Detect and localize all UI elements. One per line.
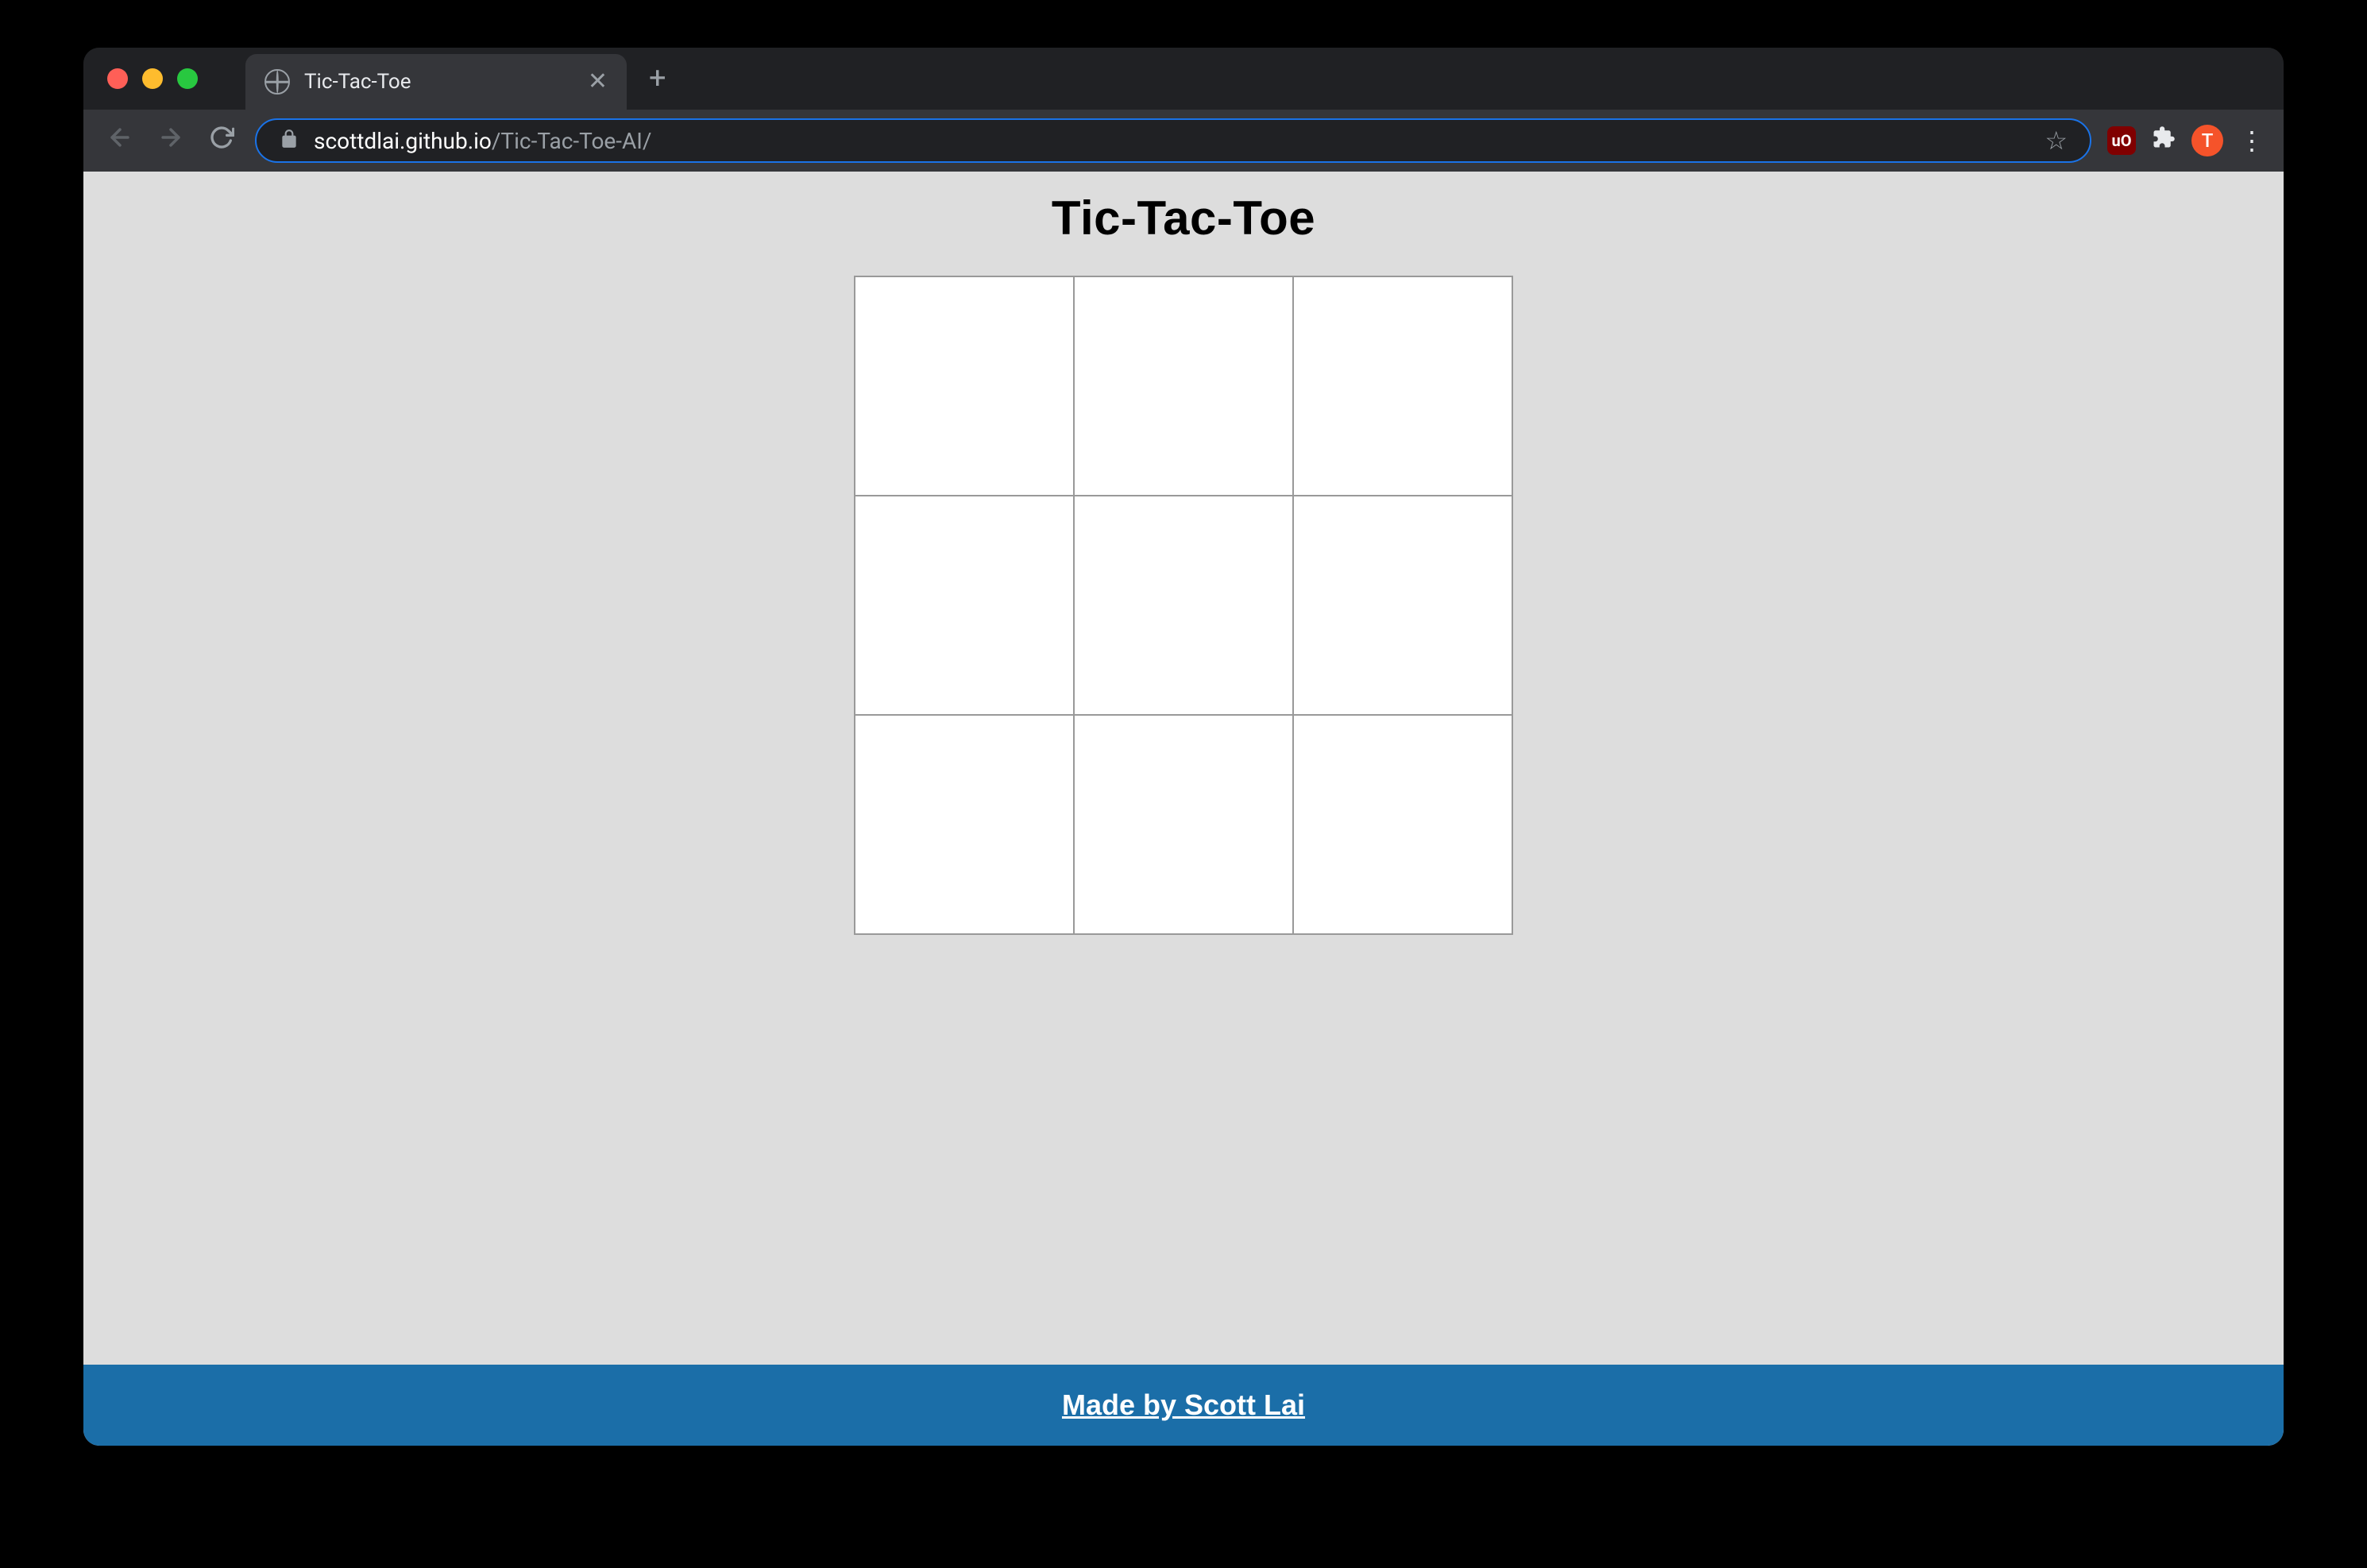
profile-avatar[interactable]: T <box>2191 125 2223 156</box>
browser-window: Tic-Tac-Toe ✕ + scottdlai.github.io/Tic-… <box>83 48 2284 1446</box>
browser-tab[interactable]: Tic-Tac-Toe ✕ <box>245 54 627 110</box>
url-domain: scottdlai.github.io <box>314 128 492 154</box>
board-cell-5[interactable] <box>1293 496 1512 715</box>
reload-button[interactable] <box>204 124 239 157</box>
url-text: scottdlai.github.io/Tic-Tac-Toe-AI/ <box>314 128 2030 154</box>
board-cell-3[interactable] <box>855 496 1074 715</box>
url-path: /Tic-Tac-Toe-AI/ <box>492 128 652 154</box>
extensions-icon[interactable] <box>2152 126 2176 156</box>
browser-toolbar: scottdlai.github.io/Tic-Tac-Toe-AI/ ☆ uO… <box>83 110 2284 172</box>
back-button[interactable] <box>102 124 137 158</box>
lock-icon <box>279 129 299 153</box>
board-cell-4[interactable] <box>1074 496 1293 715</box>
page-main: Tic-Tac-Toe <box>83 172 2284 1365</box>
window-controls <box>107 68 198 89</box>
board-cell-8[interactable] <box>1293 715 1512 934</box>
bookmark-star-icon[interactable]: ☆ <box>2045 126 2068 156</box>
new-tab-button[interactable]: + <box>649 64 666 94</box>
address-bar[interactable]: scottdlai.github.io/Tic-Tac-Toe-AI/ ☆ <box>255 118 2091 163</box>
page-footer: Made by Scott Lai <box>83 1365 2284 1446</box>
board-cell-6[interactable] <box>855 715 1074 934</box>
close-tab-icon[interactable]: ✕ <box>588 70 608 94</box>
globe-icon <box>265 69 290 95</box>
board-cell-0[interactable] <box>855 276 1074 496</box>
footer-author-link[interactable]: Made by Scott Lai <box>1062 1388 1305 1422</box>
page-title: Tic-Tac-Toe <box>1052 191 1315 245</box>
board-cell-2[interactable] <box>1293 276 1512 496</box>
forward-button[interactable] <box>153 124 188 158</box>
minimize-window-button[interactable] <box>142 68 163 89</box>
close-window-button[interactable] <box>107 68 128 89</box>
tab-title: Tic-Tac-Toe <box>304 70 573 94</box>
board-cell-1[interactable] <box>1074 276 1293 496</box>
ublock-extension-icon[interactable]: uO <box>2107 126 2136 155</box>
tic-tac-toe-board <box>854 276 1513 935</box>
board-cell-7[interactable] <box>1074 715 1293 934</box>
tab-bar: Tic-Tac-Toe ✕ + <box>83 48 2284 110</box>
page-content: Tic-Tac-Toe Made by Scott Lai <box>83 172 2284 1446</box>
browser-menu-icon[interactable]: ⋮ <box>2239 126 2265 156</box>
maximize-window-button[interactable] <box>177 68 198 89</box>
